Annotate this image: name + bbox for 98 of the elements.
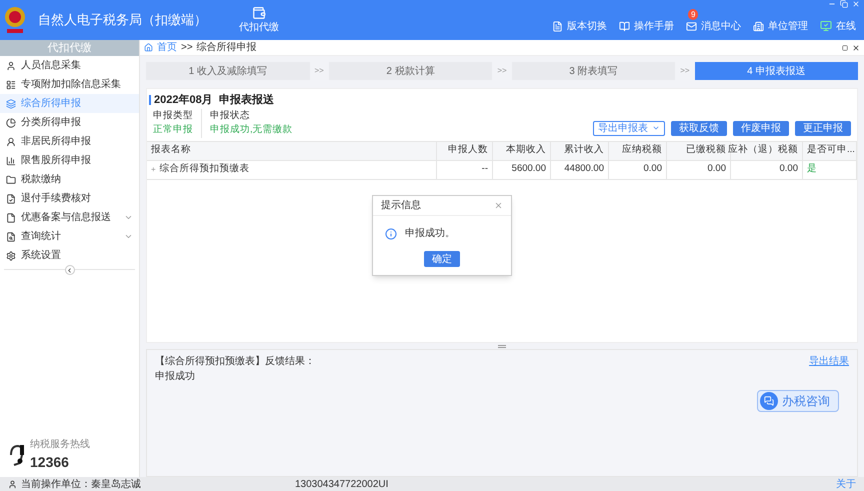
- hotline-label: 纳税服务热线: [30, 438, 90, 452]
- sidebar-item[interactable]: 优惠备案与信息报送: [0, 208, 139, 227]
- table-cell: 5600.00: [493, 160, 551, 178]
- step-separator: >>: [680, 65, 690, 77]
- maximize-icon[interactable]: [842, 44, 848, 50]
- table-cell: 0.00: [609, 160, 667, 178]
- feedback-heading: 【综合所得预扣预缴表】反馈结果：: [155, 354, 316, 369]
- close-icon[interactable]: [852, 44, 860, 52]
- restore-icon[interactable]: [840, 0, 848, 8]
- unit-code: 130304347722002UI: [295, 478, 388, 491]
- action-button[interactable]: 获取反馈: [671, 120, 727, 136]
- table-cell: 44800.00: [551, 160, 609, 178]
- action-icon: [619, 20, 630, 32]
- step-tab[interactable]: 1 收入及减除填写: [146, 62, 310, 80]
- header-action[interactable]: 版本切换: [552, 18, 607, 34]
- sidebar-item[interactable]: 限售股所得申报: [0, 151, 139, 170]
- menu-icon: [6, 80, 16, 90]
- menu-icon: [6, 156, 16, 166]
- header-action[interactable]: 操作手册: [619, 18, 674, 34]
- monitor-icon: [820, 20, 832, 32]
- chevron-down-icon: [124, 213, 133, 222]
- sidebar-item[interactable]: 综合所得申报: [0, 94, 139, 113]
- sidebar-item[interactable]: 专项附加扣除信息采集: [0, 75, 139, 94]
- chevron-down-icon: [124, 232, 133, 241]
- menu-icon: [6, 250, 16, 260]
- action-icon: [686, 20, 697, 32]
- table-cell: + 综合所得预扣预缴表: [147, 160, 437, 178]
- step-tab[interactable]: 3 附表填写: [512, 62, 676, 80]
- step-separator: >>: [314, 65, 324, 77]
- menu-icon: [6, 194, 16, 204]
- breadcrumb-separator: >>: [181, 41, 193, 55]
- menu-icon: [6, 118, 16, 128]
- app-title: 自然人电子税务局（扣缴端）: [38, 11, 207, 30]
- report-title: 2022年08月 申报表报送: [154, 92, 274, 108]
- sidebar-item[interactable]: 分类所得申报: [0, 113, 139, 132]
- action-button[interactable]: 更正申报: [795, 120, 851, 136]
- column-header: 累计收入: [551, 142, 609, 160]
- wallet-icon: [252, 6, 266, 20]
- dialog-message: 申报成功。: [405, 226, 455, 241]
- column-header: 报表名称: [147, 142, 437, 160]
- action-icon: [753, 20, 764, 32]
- menu-icon: [6, 174, 16, 184]
- about-link[interactable]: 关于: [836, 476, 856, 491]
- sidebar-item[interactable]: 查询统计: [0, 227, 139, 246]
- info-label: 申报状态: [210, 109, 251, 123]
- expand-toggle[interactable]: +: [151, 164, 156, 176]
- step-tab[interactable]: 4 申报表报送: [694, 62, 858, 80]
- feedback-result: 申报成功: [155, 370, 196, 384]
- resize-handle[interactable]: [498, 344, 506, 348]
- header-action[interactable]: 单位管理: [753, 18, 808, 34]
- info-value: 正常申报: [153, 123, 193, 138]
- column-header: 申报人数: [437, 142, 493, 160]
- collapse-button[interactable]: [64, 265, 74, 275]
- info-label: 申报类型: [153, 109, 193, 123]
- column-header: 是否可申...: [803, 142, 857, 160]
- step-tab[interactable]: 2 税款计算: [328, 62, 492, 80]
- table-cell: --: [437, 160, 493, 178]
- step-separator: >>: [497, 65, 507, 77]
- sidebar-item[interactable]: 非居民所得申报: [0, 132, 139, 151]
- export-result-link[interactable]: 导出结果: [809, 354, 849, 369]
- action-button[interactable]: 作废申报: [733, 120, 789, 136]
- breadcrumb-current: 综合所得申报: [196, 40, 257, 55]
- menu-icon: [6, 60, 16, 70]
- chat-icon: [764, 396, 774, 406]
- menu-icon: [6, 212, 16, 222]
- action-icon: [552, 20, 563, 32]
- home-link[interactable]: 首页: [157, 40, 177, 55]
- online-status: 在线: [820, 18, 856, 34]
- info-icon: [385, 228, 397, 240]
- table-cell: 0.00: [667, 160, 731, 178]
- sidebar-heading: 代扣代缴: [0, 40, 139, 56]
- column-header: 应纳税额: [609, 142, 667, 160]
- module-tab[interactable]: 代扣代缴: [239, 6, 279, 34]
- column-header: 本期收入: [493, 142, 551, 160]
- header-action[interactable]: 消息中心: [686, 18, 741, 34]
- sidebar-item[interactable]: 人员信息采集: [0, 56, 139, 75]
- user-icon: [8, 480, 17, 488]
- count-badge: 9: [688, 8, 698, 20]
- sidebar-item[interactable]: 税款缴纳: [0, 170, 139, 189]
- table-cell: 0.00: [731, 160, 803, 178]
- emblem-logo-icon: [4, 5, 26, 35]
- headset-person-icon: [8, 443, 26, 467]
- menu-icon: [6, 232, 16, 242]
- consult-button[interactable]: 办税咨询: [757, 390, 839, 412]
- export-dropdown[interactable]: 导出申报表: [593, 120, 665, 136]
- current-unit: 当前操作单位：秦皇岛志诚: [21, 478, 142, 491]
- chevron-down-icon: [652, 124, 660, 132]
- home-icon: [144, 43, 153, 52]
- dialog-title: 提示信息: [381, 198, 422, 213]
- menu-icon: [6, 136, 16, 146]
- hotline-number: 12366: [30, 453, 70, 472]
- menu-icon: [6, 98, 16, 108]
- chevron-left-icon: [66, 266, 73, 274]
- confirm-button[interactable]: 确定: [424, 251, 460, 267]
- table-cell: 是: [803, 160, 857, 178]
- sidebar-item[interactable]: 退付手续费核对: [0, 189, 139, 208]
- sidebar-item[interactable]: 系统设置: [0, 246, 139, 265]
- info-value: 申报成功,无需缴款: [210, 123, 293, 138]
